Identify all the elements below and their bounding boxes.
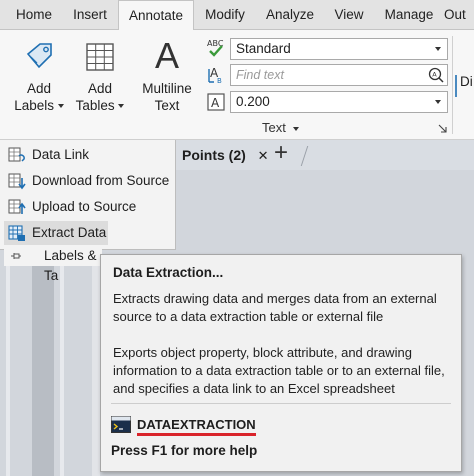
add-labels-button[interactable]: Add Labels bbox=[12, 36, 66, 114]
ribbon-tab-bar: Home Insert Annotate Modify Analyze View… bbox=[0, 0, 474, 31]
tag-icon bbox=[26, 43, 52, 69]
data-link-menu: Data Link Download from Source Upload to… bbox=[0, 140, 176, 250]
upload-icon bbox=[8, 199, 26, 214]
chevron-down-icon bbox=[57, 104, 64, 109]
extract-data-icon bbox=[8, 225, 25, 241]
download-icon bbox=[8, 173, 26, 190]
tooltip-title: Data Extraction... bbox=[113, 265, 224, 280]
chevron-down-icon bbox=[435, 47, 441, 51]
tab-view[interactable]: View bbox=[324, 0, 374, 30]
menu-item-extract-data[interactable]: Extract Data bbox=[4, 221, 108, 245]
text-height-select[interactable]: 0.200 bbox=[230, 91, 448, 113]
svg-text:A: A bbox=[211, 96, 220, 110]
text-style-check-icon: ABC bbox=[207, 39, 224, 57]
find-text-placeholder: Find text bbox=[236, 68, 284, 82]
chevron-down-icon bbox=[293, 126, 300, 131]
menu-item-download-from-source[interactable]: Download from Source bbox=[4, 169, 174, 193]
drawing-tab-label: Points (2) bbox=[182, 147, 246, 163]
multiline-text-line1: Multiline bbox=[142, 81, 192, 96]
tooltip-separator bbox=[111, 403, 451, 404]
add-tables-button[interactable]: Add Tables bbox=[72, 36, 128, 114]
labels-and-tables-item[interactable]: Labels & Ta bbox=[4, 246, 102, 283]
extract-data-tooltip: Data Extraction... Extracts drawing data… bbox=[100, 254, 462, 472]
new-tab-button[interactable]: + bbox=[274, 138, 288, 168]
search-icon[interactable]: A bbox=[427, 66, 445, 84]
svg-text:B: B bbox=[217, 77, 222, 85]
tab-separator bbox=[300, 146, 309, 166]
text-style-select[interactable]: Standard bbox=[230, 38, 448, 60]
tooltip-help: Press F1 for more help bbox=[111, 443, 258, 458]
text-a-icon: A bbox=[154, 35, 179, 76]
tooltip-description: Extracts drawing data and merges data fr… bbox=[113, 291, 437, 324]
tab-manage[interactable]: Manage bbox=[376, 0, 442, 30]
find-text-input[interactable]: Find text A bbox=[230, 64, 448, 86]
tab-insert[interactable]: Insert bbox=[62, 0, 118, 30]
text-panel-title[interactable]: Text bbox=[262, 120, 300, 135]
menu-item-data-link[interactable]: Data Link bbox=[4, 143, 174, 167]
text-height-icon: A bbox=[207, 93, 225, 111]
add-labels-line2: Labels bbox=[14, 98, 55, 113]
drawing-tab[interactable]: Points (2) ✕ bbox=[176, 140, 275, 170]
multiline-text-line2: Text bbox=[154, 98, 180, 113]
text-height-value: 0.200 bbox=[236, 94, 270, 109]
chevron-down-icon bbox=[118, 104, 125, 109]
multiline-text-button[interactable]: A Multiline Text bbox=[136, 36, 198, 114]
panel-divider bbox=[452, 36, 453, 134]
tooltip-details: Exports object property, block attribute… bbox=[113, 345, 445, 396]
data-link-icon bbox=[8, 147, 25, 162]
dialog-launcher-icon[interactable] bbox=[438, 124, 447, 133]
command-line-icon bbox=[111, 416, 131, 433]
add-tables-line2: Tables bbox=[75, 98, 115, 113]
tooltip-command: DATAEXTRACTION bbox=[111, 415, 256, 437]
table-icon bbox=[86, 43, 114, 71]
text-style-value: Standard bbox=[236, 41, 291, 56]
tab-analyze[interactable]: Analyze bbox=[258, 0, 322, 30]
drawing-tab-bar: Points (2) ✕ + bbox=[176, 138, 474, 170]
close-icon[interactable]: ✕ bbox=[258, 148, 269, 163]
ribbon-panel: Add Labels Add Tables A Multiline Text A… bbox=[0, 30, 474, 140]
add-labels-line1: Add bbox=[26, 81, 52, 96]
add-tables-line1: Add bbox=[87, 81, 113, 96]
pin-icon[interactable] bbox=[10, 251, 22, 261]
menu-item-upload-to-source[interactable]: Upload to Source bbox=[4, 195, 174, 219]
tab-annotate[interactable]: Annotate bbox=[118, 0, 194, 31]
tab-home[interactable]: Home bbox=[6, 0, 62, 30]
dimension-label-truncated: Di bbox=[460, 74, 473, 89]
svg-text:A: A bbox=[432, 71, 437, 79]
tab-modify[interactable]: Modify bbox=[194, 0, 256, 30]
tab-output[interactable]: Out bbox=[442, 0, 474, 30]
find-text-icon: A B bbox=[208, 66, 222, 85]
command-name: DATAEXTRACTION bbox=[137, 417, 256, 436]
chevron-down-icon bbox=[435, 100, 441, 104]
